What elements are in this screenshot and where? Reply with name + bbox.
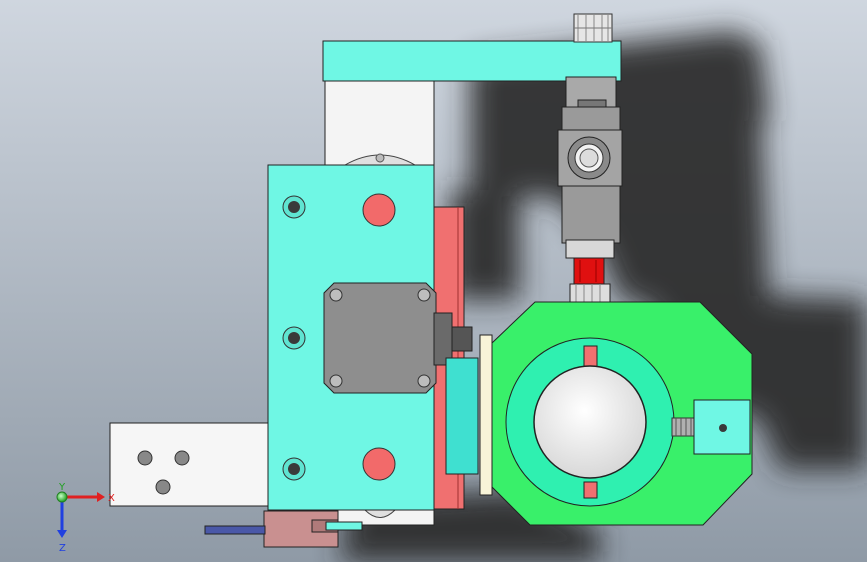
cyan-spacer-block xyxy=(445,357,479,475)
assembly-drawing: X Y Z xyxy=(0,0,867,562)
sensor-cable xyxy=(204,525,266,535)
cylinder-rod-red xyxy=(573,257,605,285)
top-bracket xyxy=(322,40,622,82)
cream-spacer xyxy=(479,334,493,496)
left-white-block xyxy=(109,422,271,507)
y-axis-label: Y xyxy=(58,482,66,493)
cad-viewport[interactable]: X Y Z xyxy=(0,0,867,562)
upper-flange-hole xyxy=(375,153,385,163)
top-hex-nut xyxy=(573,13,613,43)
locating-pin-bottom xyxy=(362,447,396,481)
clamp-bore xyxy=(533,365,647,479)
x-axis-label: X xyxy=(108,493,115,504)
z-axis-label: Z xyxy=(59,543,66,554)
ring-slot-bottom xyxy=(583,481,598,499)
y-axis-ball xyxy=(56,491,68,503)
locating-pin-top xyxy=(362,193,396,227)
